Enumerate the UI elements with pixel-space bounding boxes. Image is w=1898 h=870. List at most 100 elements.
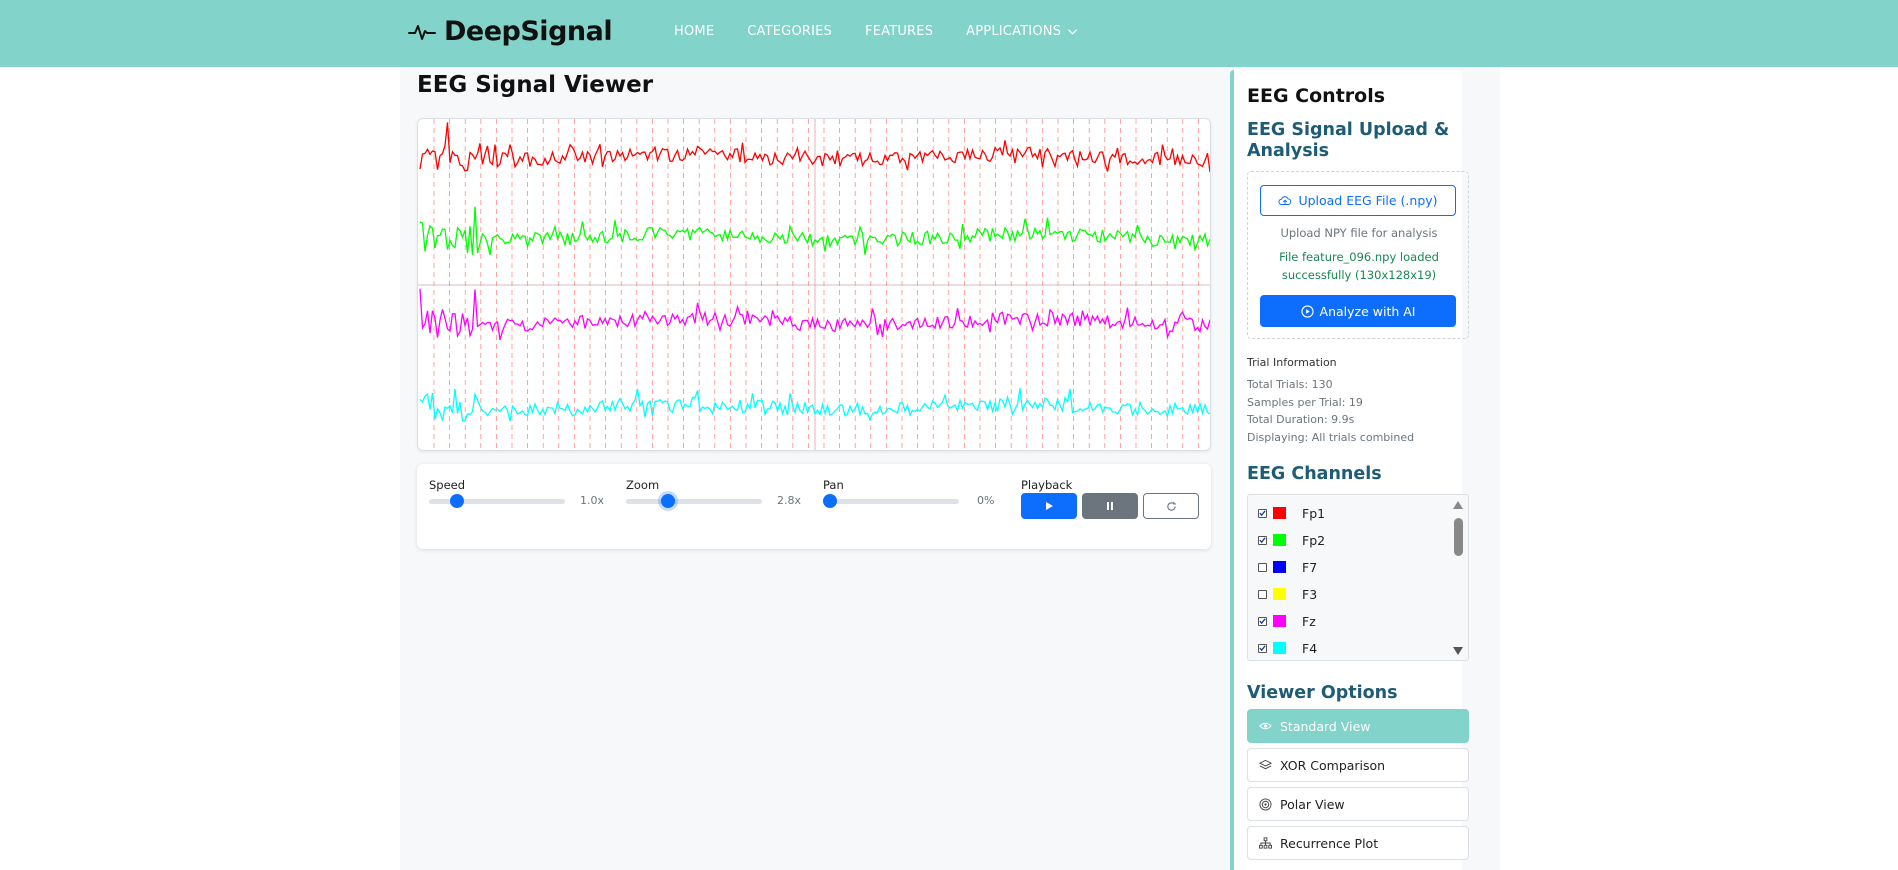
channel-item-fp2[interactable]: Fp2 <box>1258 531 1325 549</box>
channel-color-swatch <box>1273 642 1286 654</box>
channel-checkbox[interactable] <box>1258 508 1267 518</box>
upload-button[interactable]: Upload EEG File (.npy) <box>1260 185 1456 216</box>
channel-label: F3 <box>1302 586 1318 602</box>
reset-icon <box>1166 501 1176 511</box>
analyze-button-label: Analyze with AI <box>1319 303 1416 319</box>
speed-value: 1.0x <box>580 494 605 507</box>
pulse-icon <box>408 24 436 40</box>
standard-view-label: Standard View <box>1280 718 1371 734</box>
channel-item-f3[interactable]: F3 <box>1258 585 1317 603</box>
speed-thumb[interactable] <box>449 494 464 508</box>
channel-checkbox[interactable] <box>1258 616 1267 626</box>
controls-sidebar: EEG Controls EEG Signal Upload & Analysi… <box>1230 70 1469 870</box>
pause-button[interactable] <box>1082 493 1138 519</box>
target-icon <box>1259 797 1272 811</box>
upload-button-label: Upload EEG File (.npy) <box>1298 193 1438 208</box>
nav-features[interactable]: FEATURES <box>865 24 933 39</box>
channel-checkbox[interactable] <box>1258 562 1267 572</box>
layers-icon <box>1259 759 1272 770</box>
pause-icon <box>1107 502 1113 510</box>
channel-item-f4[interactable]: F4 <box>1258 639 1317 657</box>
channel-list[interactable]: Fp1 Fp2 F7 F3 Fz F4 <box>1247 494 1469 661</box>
xor-comparison-button[interactable]: XOR Comparison <box>1247 748 1469 782</box>
viewer-options-title: Viewer Options <box>1247 683 1398 703</box>
xor-comparison-label: XOR Comparison <box>1280 757 1386 773</box>
trial-info-line: Displaying: All trials combined <box>1247 431 1415 444</box>
channel-color-swatch <box>1273 534 1286 546</box>
speed-control: Speed <box>429 478 465 492</box>
zoom-value: 2.8x <box>777 494 802 507</box>
polar-view-button[interactable]: Polar View <box>1247 787 1469 821</box>
standard-view-button[interactable]: Standard View <box>1247 709 1469 743</box>
speed-slider[interactable] <box>429 491 565 511</box>
channel-item-fz[interactable]: Fz <box>1258 612 1316 630</box>
analyze-button[interactable]: Analyze with AI <box>1260 295 1456 327</box>
trial-info-line: Total Duration: 9.9s <box>1247 413 1355 426</box>
zoom-label: Zoom <box>626 478 660 492</box>
main-container: EEG Signal Viewer Speed 1.0x Zoom 2.8x P… <box>400 67 1500 870</box>
upload-status: File feature_096.npy loaded successfully… <box>1279 250 1439 282</box>
chevron-down-icon <box>1068 29 1078 35</box>
channel-checkbox[interactable] <box>1258 643 1267 653</box>
sitemap-icon <box>1259 837 1272 849</box>
zoom-slider[interactable] <box>626 491 762 511</box>
channel-checkbox[interactable] <box>1258 535 1267 545</box>
brand[interactable]: DeepSignal <box>408 16 613 47</box>
playback-control: Playback <box>1021 478 1072 492</box>
trial-info-line: Total Trials: 130 <box>1247 378 1333 391</box>
channel-label: F7 <box>1302 559 1318 575</box>
scroll-up-icon[interactable] <box>1452 500 1464 510</box>
channel-color-swatch <box>1273 561 1286 573</box>
pan-value: 0% <box>977 494 995 507</box>
recurrence-plot-button[interactable]: Recurrence Plot <box>1247 826 1469 860</box>
recurrence-plot-label: Recurrence Plot <box>1280 835 1379 851</box>
cloud-upload-icon <box>1278 195 1292 205</box>
signal-viewer[interactable] <box>417 118 1211 451</box>
eye-icon <box>1259 722 1272 730</box>
play-button[interactable] <box>1021 493 1077 519</box>
upload-area: Upload EEG File (.npy) Upload NPY file f… <box>1247 171 1469 339</box>
channel-label: Fp1 <box>1302 505 1326 521</box>
trial-info-heading: Trial Information <box>1247 356 1337 369</box>
scrollbar-thumb[interactable] <box>1454 518 1463 556</box>
channel-label: F4 <box>1302 640 1318 656</box>
playback-controls: Speed 1.0x Zoom 2.8x Pan 0% Playback <box>417 464 1211 549</box>
channel-color-swatch <box>1273 507 1286 519</box>
nav-applications[interactable]: APPLICATIONS <box>966 24 1078 39</box>
pan-track <box>823 499 959 504</box>
brand-name: DeepSignal <box>444 16 613 47</box>
zoom-control: Zoom <box>626 478 659 492</box>
check-icon <box>1259 618 1266 625</box>
check-icon <box>1259 510 1266 517</box>
upload-title: EEG Signal Upload & Analysis <box>1247 120 1450 161</box>
nav-applications-label: APPLICATIONS <box>966 24 1062 39</box>
page-title: EEG Signal Viewer <box>417 72 654 98</box>
sidebar-title: EEG Controls <box>1247 85 1386 107</box>
pan-control: Pan <box>823 478 844 492</box>
channel-color-swatch <box>1273 588 1286 600</box>
zoom-thumb[interactable] <box>661 494 676 508</box>
channel-checkbox[interactable] <box>1258 589 1267 599</box>
zoom-track <box>626 499 762 504</box>
channel-color-swatch <box>1273 615 1286 627</box>
play-icon <box>1046 502 1053 510</box>
nav-categories[interactable]: CATEGORIES <box>747 24 832 39</box>
pan-thumb[interactable] <box>823 494 837 508</box>
check-icon <box>1259 537 1266 544</box>
playback-label: Playback <box>1021 478 1073 492</box>
channels-title: EEG Channels <box>1247 464 1382 484</box>
pan-slider[interactable] <box>823 491 959 511</box>
trial-info-line: Samples per Trial: 19 <box>1247 396 1363 409</box>
channel-item-fp1[interactable]: Fp1 <box>1258 504 1325 522</box>
upload-hint: Upload NPY file for analysis <box>1280 226 1438 240</box>
reset-button[interactable] <box>1143 493 1199 519</box>
channel-item-f7[interactable]: F7 <box>1258 558 1317 576</box>
navbar: DeepSignal HOME CATEGORIES FEATURES APPL… <box>0 0 1898 67</box>
speed-label: Speed <box>429 478 466 492</box>
play-circle-icon <box>1300 304 1314 318</box>
polar-view-label: Polar View <box>1280 796 1345 812</box>
nav-home[interactable]: HOME <box>674 24 714 39</box>
pan-label: Pan <box>823 478 844 492</box>
check-icon <box>1259 645 1266 652</box>
scroll-down-icon[interactable] <box>1452 646 1464 656</box>
